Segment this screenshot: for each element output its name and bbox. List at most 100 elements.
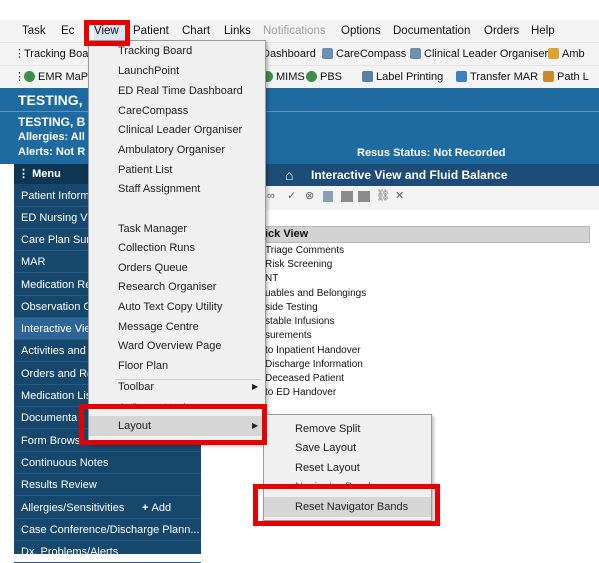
mims-button[interactable]: MIMS <box>262 66 305 88</box>
view-menu-staff-assignment[interactable]: Staff Assignment <box>118 179 200 199</box>
organiser-icon <box>410 48 421 59</box>
view-menu-layout[interactable]: Layout ▶ <box>89 416 265 436</box>
pbs-label: PBS <box>320 71 343 83</box>
clinical-leader-organiser-button[interactable]: Clinical Leader Organiser <box>410 43 548 65</box>
clinical-leader-organiser-label: Clinical Leader Organiser <box>424 48 549 60</box>
path-label: Path L <box>557 71 589 83</box>
view-menu-ward-overview[interactable]: Ward Overview Page <box>118 336 222 356</box>
menu-task[interactable]: Task <box>22 20 46 42</box>
view-menu-auto-text-copy[interactable]: Auto Text Copy Utility <box>118 297 222 317</box>
cancel-icon[interactable]: ⊗ <box>305 189 314 202</box>
view-menu-ambulatory-organiser[interactable]: Ambulatory Organiser <box>118 140 225 160</box>
menu-grip-icon: ⋮ <box>18 168 29 180</box>
tracking-board-button[interactable]: Tracking Boa <box>24 43 88 65</box>
label-printing-label: Label Printing <box>376 71 444 83</box>
view-menu-collection-runs[interactable]: Collection Runs <box>118 238 195 258</box>
menu-orders[interactable]: Orders <box>484 20 519 42</box>
menu-patient[interactable]: Patient <box>133 20 169 42</box>
view-menu-message-centre[interactable]: Message Centre <box>118 317 199 337</box>
carecompass-icon <box>322 48 333 59</box>
ambulatory-button[interactable]: Amb <box>548 43 585 65</box>
view-menu-clinical-leader-organiser[interactable]: Clinical Leader Organiser <box>118 120 242 140</box>
nav-allergies[interactable]: Allergies/Sensitivities + Add <box>14 497 201 519</box>
view-menu-tracking-board[interactable]: Tracking Board <box>118 41 192 61</box>
layout-reset-navigator-bands[interactable]: Reset Navigator Bands <box>264 497 431 517</box>
carecompass-button[interactable]: CareCompass <box>322 43 406 65</box>
view-menu-carecompass[interactable]: CareCompass <box>118 101 188 121</box>
pbs-button[interactable]: PBS <box>306 66 342 88</box>
transfer-icon <box>456 71 467 82</box>
view-menu-patient-list[interactable]: Patient List <box>118 160 172 180</box>
home-icon[interactable]: ⌂ <box>285 164 293 186</box>
view-menu-toolbar[interactable]: Toolbar ▶ <box>118 377 263 397</box>
layout-navigator-bands[interactable]: Navigator Bands <box>295 477 376 486</box>
qv-row[interactable]: Deceased Patient <box>265 372 344 386</box>
allergies-label: Allergies: All <box>18 131 85 143</box>
qv-row[interactable]: NT <box>265 272 278 286</box>
menu-view[interactable]: View <box>94 20 124 42</box>
menu-options[interactable]: Options <box>341 20 381 42</box>
add-allergy-button[interactable]: + Add <box>142 497 171 519</box>
menu-notifications[interactable]: Notifications <box>263 20 326 42</box>
label-printing-button[interactable]: Label Printing <box>362 66 443 88</box>
view-menu-research-organiser[interactable]: Research Organiser <box>118 277 216 297</box>
menu-links[interactable]: Links <box>224 20 251 42</box>
globe-search-icon <box>24 71 35 82</box>
tag-icon[interactable]: ⛓ <box>376 189 390 202</box>
view-menu-collapse-navigator[interactable]: Collapse Navigator <box>118 398 211 408</box>
globe-search-icon <box>306 71 317 82</box>
carecompass-label: CareCompass <box>336 48 407 60</box>
nav-continuous-notes[interactable]: Continuous Notes <box>14 452 201 474</box>
clipboard-icon[interactable] <box>323 191 333 202</box>
glasses-icon[interactable]: ∞ <box>267 190 275 202</box>
nav-case-conference[interactable]: Case Conference/Discharge Plann... <box>14 519 201 541</box>
add-label: Add <box>151 502 172 514</box>
dashboard-button[interactable]: Dashboard <box>262 43 316 65</box>
view-menu-launchpoint[interactable]: LaunchPoint <box>118 61 179 81</box>
quick-view-header[interactable]: t Quick View <box>242 226 590 243</box>
qv-row[interactable]: side Testing <box>265 301 318 315</box>
app-window: { "menubar": { "items": ["Task", "Ec", "… <box>0 0 599 563</box>
qv-row[interactable]: Risk Screening <box>265 258 332 272</box>
menu-documentation[interactable]: Documentation <box>393 20 470 42</box>
view-menu-toolbar-label: Toolbar <box>118 381 155 393</box>
transfer-mar-button[interactable]: Transfer MAR <box>456 66 538 88</box>
layout-save-layout[interactable]: Save Layout <box>295 438 356 458</box>
ambulatory-label: Amb <box>562 48 585 60</box>
menu-chart[interactable]: Chart <box>182 20 210 42</box>
alerts-label: Alerts: Not R <box>18 146 86 158</box>
close-icon[interactable]: ✕ <box>395 189 404 202</box>
qv-row[interactable]: surements <box>265 329 312 343</box>
qv-row[interactable]: Triage Comments <box>265 244 344 258</box>
check-icon[interactable]: ✓ <box>287 189 296 202</box>
submenu-arrow-icon: ▶ <box>252 382 259 391</box>
table-icon[interactable] <box>358 191 370 202</box>
view-menu-orders-queue[interactable]: Orders Queue <box>118 258 188 278</box>
layout-submenu: Remove Split Save Layout Reset Layout Na… <box>263 414 432 521</box>
menu-edit[interactable]: Ec <box>61 20 74 42</box>
qv-row[interactable]: uables and Belongings <box>265 287 366 301</box>
mims-label: MIMS <box>276 71 305 83</box>
view-menu-floor-plan[interactable]: Floor Plan <box>118 356 168 376</box>
emr-map-button[interactable]: EMR MaP <box>24 66 88 88</box>
layout-reset-layout[interactable]: Reset Layout <box>295 458 360 478</box>
menu-help[interactable]: Help <box>531 20 555 42</box>
nav-results-review[interactable]: Results Review <box>14 474 201 496</box>
view-menu-ed-dashboard[interactable]: ED Real Time Dashboard <box>118 81 243 101</box>
ambulatory-icon <box>548 48 559 59</box>
view-menu-dropdown: Tracking Board LaunchPoint ED Real Time … <box>88 40 266 444</box>
qv-row[interactable]: stable Infusions <box>265 315 335 329</box>
nav-allergies-label: Allergies/Sensitivities <box>21 502 125 514</box>
content-title: Interactive View and Fluid Balance <box>311 168 508 182</box>
qv-row[interactable]: Discharge Information <box>265 358 363 372</box>
title-strip <box>0 0 599 20</box>
view-menu-task-manager[interactable]: Task Manager <box>118 219 187 239</box>
grid-icon[interactable] <box>341 191 353 202</box>
reset-navigator-bands-label: Reset Navigator Bands <box>295 501 409 513</box>
menu-header-label: Menu <box>32 168 61 180</box>
path-button[interactable]: Path L <box>543 66 589 88</box>
nav-dx-problems[interactable]: Dx, Problems/Alerts <box>14 541 201 563</box>
layout-remove-split[interactable]: Remove Split <box>295 419 360 439</box>
qv-row[interactable]: to ED Handover <box>265 386 336 400</box>
qv-row[interactable]: to Inpatient Handover <box>265 344 361 358</box>
